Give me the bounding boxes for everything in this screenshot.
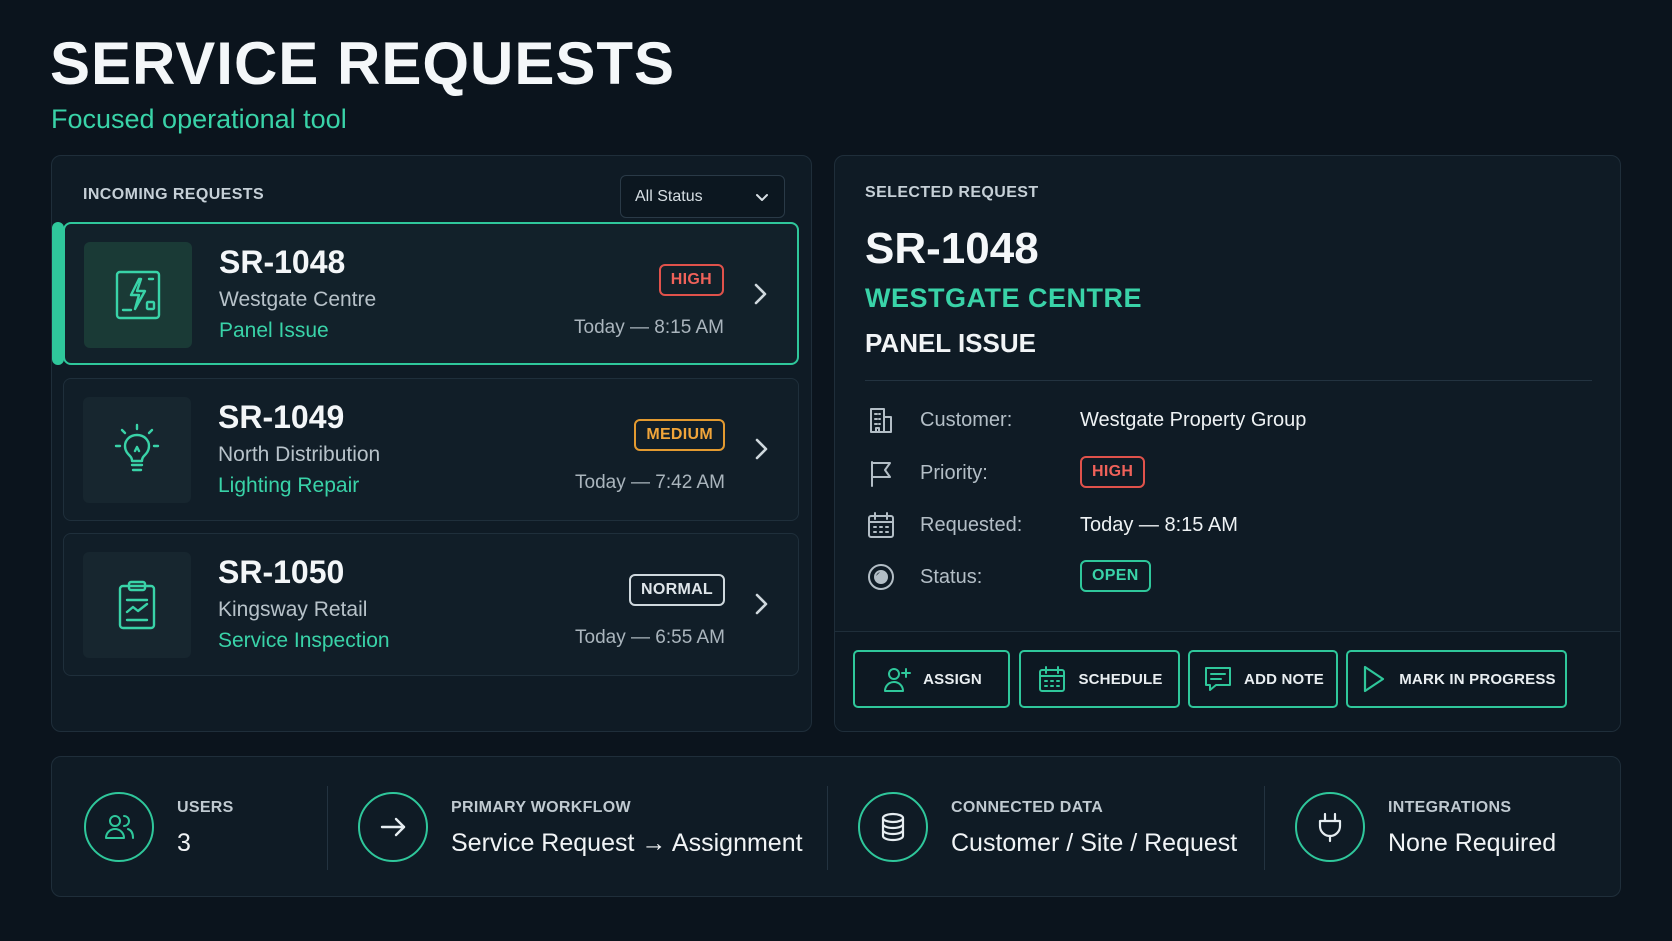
detail-priority: Priority: HIGH: [865, 453, 1565, 493]
request-type: Lighting Repair: [218, 474, 360, 497]
requested-value: Today — 8:15 AM: [1080, 514, 1238, 536]
users-label: USERS: [177, 799, 234, 816]
summary-panel: USERS 3 PRIMARY WORKFLOW Service Request…: [51, 756, 1621, 897]
plug-icon: [1295, 792, 1365, 862]
assign-button[interactable]: ASSIGN: [853, 650, 1010, 708]
request-site: Westgate Centre: [219, 288, 377, 311]
integrations-label: INTEGRATIONS: [1388, 799, 1512, 816]
users-value: 3: [177, 829, 191, 857]
chevron-right-icon: [755, 438, 768, 460]
database-icon: [858, 792, 928, 862]
arrow-right-icon: [358, 792, 428, 862]
request-card-sr-1048[interactable]: SR-1048 Westgate Centre Panel Issue HIGH…: [52, 222, 799, 365]
workflow-value: Service Request → Assignment: [451, 829, 803, 857]
selected-indicator: [52, 222, 64, 365]
customer-value: Westgate Property Group: [1080, 409, 1307, 431]
request-time: Today — 8:15 AM: [574, 317, 724, 338]
detail-customer: Customer: Westgate Property Group: [865, 400, 1565, 440]
add-note-label: ADD NOTE: [1244, 670, 1324, 688]
priority-badge: HIGH: [658, 264, 724, 296]
incoming-requests-label: INCOMING REQUESTS: [83, 186, 265, 203]
request-card-sr-1050[interactable]: SR-1050 Kingsway Retail Service Inspecti…: [63, 533, 799, 676]
schedule-label: SCHEDULE: [1078, 670, 1163, 688]
building-icon: [870, 408, 892, 433]
divider: [327, 786, 328, 870]
clipboard-icon: [83, 552, 191, 658]
actions-bar: ASSIGN SCHEDULE ADD NOTE MARK IN PROGRES…: [835, 631, 1620, 731]
request-type: Panel Issue: [219, 319, 329, 342]
chevron-right-icon: [755, 593, 768, 615]
request-time: Today — 7:42 AM: [575, 472, 725, 493]
priority-label: Priority:: [920, 462, 988, 484]
customer-label: Customer:: [920, 409, 1013, 431]
request-id: SR-1049: [218, 399, 345, 435]
schedule-button[interactable]: SCHEDULE: [1019, 650, 1180, 708]
lightbulb-icon: [83, 397, 191, 503]
connected-data-value: Customer / Site / Request: [951, 829, 1238, 857]
service-requests-page: SERVICE REQUESTS Focused operational too…: [0, 0, 1672, 941]
workflow-label: PRIMARY WORKFLOW: [451, 799, 631, 816]
request-time: Today — 6:55 AM: [575, 627, 725, 648]
electrical-panel-icon: [84, 242, 192, 348]
connected-data-label: CONNECTED DATA: [951, 799, 1104, 816]
selected-request-site: WESTGATE CENTRE: [865, 283, 1142, 313]
request-site: North Distribution: [218, 443, 381, 466]
request-card-sr-1049[interactable]: SR-1049 North Distribution Lighting Repa…: [63, 378, 799, 521]
priority-badge: NORMAL: [628, 574, 725, 606]
divider: [827, 786, 828, 870]
request-id: SR-1050: [218, 554, 345, 590]
divider: [1264, 786, 1265, 870]
assign-label: ASSIGN: [923, 670, 982, 688]
integrations-value: None Required: [1388, 829, 1557, 857]
add-note-button[interactable]: ADD NOTE: [1188, 650, 1338, 708]
divider: [865, 380, 1592, 381]
add-user-icon: [884, 668, 912, 692]
status-icon: [868, 564, 894, 590]
mark-in-progress-label: MARK IN PROGRESS: [1399, 670, 1556, 688]
status-badge: OPEN: [1080, 560, 1151, 592]
flag-icon: [871, 461, 891, 487]
request-id: SR-1048: [219, 244, 346, 280]
users-icon: [84, 792, 154, 862]
status-label: Status:: [920, 566, 983, 588]
requested-label: Requested:: [920, 514, 1023, 536]
page-title: SERVICE REQUESTS: [50, 30, 676, 97]
status-filter-value: All Status: [635, 187, 703, 205]
incoming-requests-panel: INCOMING REQUESTS All Status SR-1048 Wes…: [51, 155, 812, 732]
mark-in-progress-button[interactable]: MARK IN PROGRESS: [1346, 650, 1567, 708]
selected-request-label: SELECTED REQUEST: [865, 184, 1039, 201]
selected-request-id: SR-1048: [865, 224, 1039, 273]
detail-status: Status: OPEN: [865, 557, 1565, 597]
priority-badge: MEDIUM: [634, 419, 725, 451]
priority-badge: HIGH: [1080, 456, 1146, 488]
status-filter-select[interactable]: All Status: [620, 175, 785, 218]
request-site: Kingsway Retail: [218, 598, 368, 621]
chevron-right-icon: [754, 283, 767, 305]
note-icon: [1205, 667, 1232, 691]
calendar-icon: [868, 512, 894, 538]
calendar-icon: [1039, 666, 1066, 692]
play-icon: [1364, 665, 1385, 693]
selected-request-panel: SELECTED REQUEST SR-1048 WESTGATE CENTRE…: [834, 155, 1621, 732]
selected-request-type: PANEL ISSUE: [865, 328, 1036, 358]
page-subtitle: Focused operational tool: [51, 104, 347, 134]
chevron-down-icon: [756, 193, 768, 201]
request-type: Service Inspection: [218, 629, 390, 652]
detail-requested: Requested: Today — 8:15 AM: [865, 505, 1565, 545]
